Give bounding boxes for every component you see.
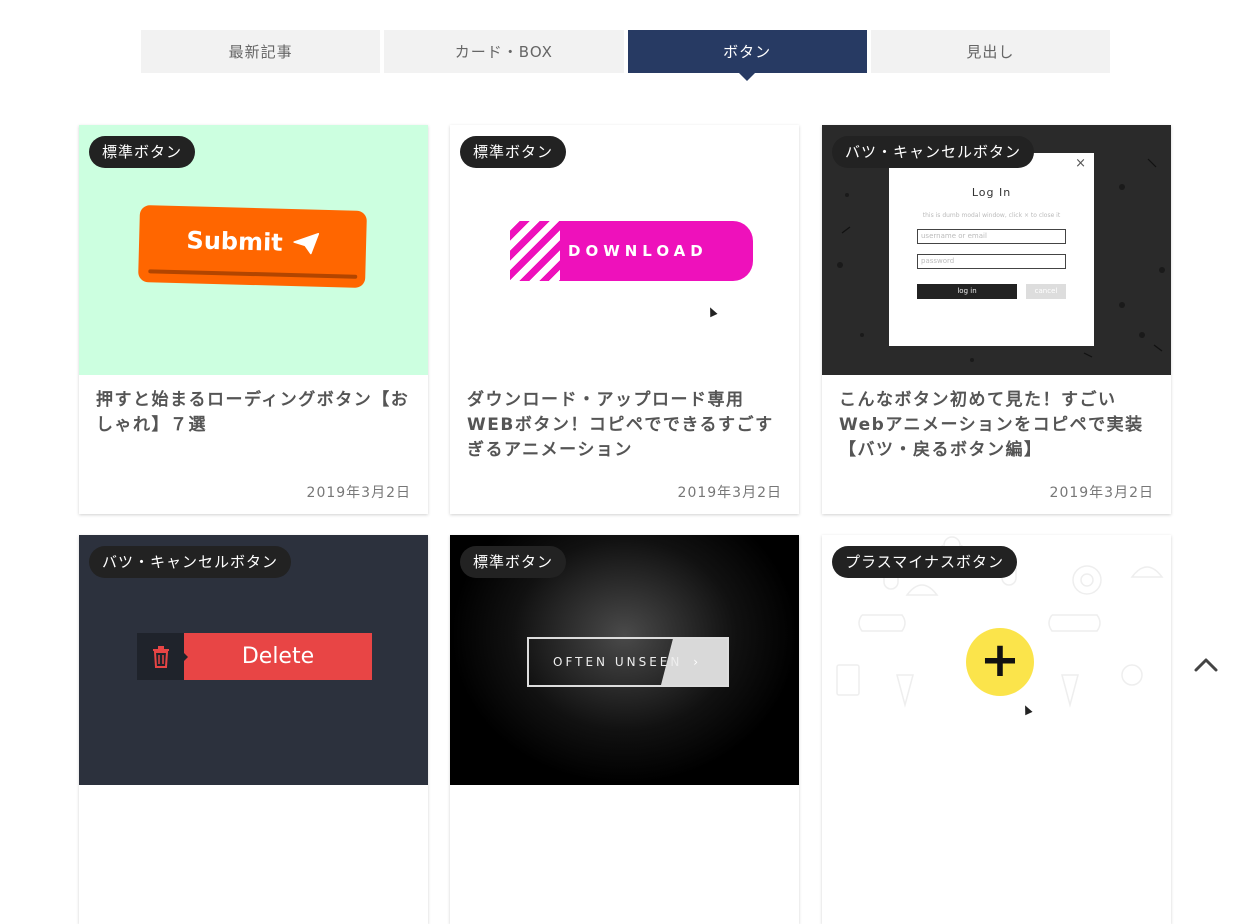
article-card[interactable]: プラスマイナスボタン + — [822, 535, 1171, 924]
modal-subtext: this is dumb modal window, click × to cl… — [922, 212, 1061, 219]
article-card[interactable]: 標準ボタン OFTEN UNSEEN › — [450, 535, 799, 924]
submit-button-preview: Submit — [138, 205, 367, 288]
password-field: password — [917, 254, 1066, 269]
often-unseen-label: OFTEN UNSEEN — [553, 655, 683, 669]
article-card[interactable]: 標準ボタン DOWNLOAD ダウンロード・アップロード専用WEBボタン！コピペ… — [450, 125, 799, 514]
card-thumbnail: バツ・キャンセルボタン × Log In this is dumb modal … — [822, 125, 1171, 375]
card-thumbnail: 標準ボタン OFTEN UNSEEN › — [450, 535, 799, 785]
chevron-right-icon: › — [693, 655, 701, 669]
modal-actions: log in cancel — [917, 284, 1066, 299]
article-card[interactable]: バツ・キャンセルボタン Delete — [79, 535, 428, 924]
article-card[interactable]: 標準ボタン Submit 押すと始まるローディングボタン【おしゃれ】７選 201… — [79, 125, 428, 514]
card-thumbnail: プラスマイナスボタン + — [822, 535, 1171, 785]
plus-icon: + — [966, 628, 1034, 696]
card-thumbnail: 標準ボタン Submit — [79, 125, 428, 375]
stripes-decoration — [510, 221, 560, 281]
category-badge: バツ・キャンセルボタン — [89, 546, 292, 578]
login-button: log in — [917, 284, 1017, 299]
card-thumbnail: バツ・キャンセルボタン Delete — [79, 535, 428, 785]
article-card[interactable]: バツ・キャンセルボタン × Log In this is dumb modal … — [822, 125, 1171, 514]
login-modal-preview: × Log In this is dumb modal window, clic… — [889, 153, 1094, 346]
card-title: 押すと始まるローディングボタン【おしゃれ】７選 — [96, 390, 410, 435]
trash-icon — [137, 633, 184, 680]
category-badge: 標準ボタン — [89, 136, 196, 168]
category-badge: 標準ボタン — [460, 546, 567, 578]
submit-label: Submit — [186, 225, 284, 257]
cursor-icon — [706, 305, 718, 318]
card-date: 2019年3月2日 — [306, 485, 411, 501]
delete-label: Delete — [183, 633, 372, 680]
close-icon: × — [1075, 156, 1086, 171]
card-thumbnail: 標準ボタン DOWNLOAD — [450, 125, 799, 375]
paper-plane-icon — [293, 232, 319, 254]
category-badge: 標準ボタン — [460, 136, 567, 168]
category-badge: バツ・キャンセルボタン — [832, 136, 1035, 168]
tab-latest[interactable]: 最新記事 — [141, 30, 381, 73]
often-unseen-button-preview: OFTEN UNSEEN › — [527, 637, 729, 687]
category-badge: プラスマイナスボタン — [832, 546, 1017, 578]
card-title: こんなボタン初めて見た！すごいWebアニメーションをコピペで実装【バツ・戻るボタ… — [839, 390, 1144, 460]
card-date: 2019年3月2日 — [1049, 485, 1154, 501]
tab-buttons[interactable]: ボタン — [627, 30, 867, 81]
download-label: DOWNLOAD — [568, 242, 708, 260]
category-tabs: 最新記事 カード・BOX ボタン 見出し — [141, 30, 1110, 81]
delete-button-preview: Delete — [137, 633, 372, 680]
page-top-button[interactable] — [1190, 648, 1222, 680]
download-button-preview: DOWNLOAD — [510, 221, 753, 281]
chevron-up-icon — [1194, 658, 1218, 672]
cancel-button: cancel — [1026, 284, 1066, 299]
tab-card-box[interactable]: カード・BOX — [384, 30, 624, 73]
modal-heading: Log In — [971, 186, 1012, 199]
card-title: ダウンロード・アップロード専用WEBボタン！コピペでできるすごすぎるアニメーショ… — [467, 390, 774, 460]
loading-bar — [148, 269, 358, 279]
tab-headings[interactable]: 見出し — [870, 30, 1110, 73]
username-field: username or email — [917, 229, 1066, 244]
card-date: 2019年3月2日 — [677, 485, 782, 501]
